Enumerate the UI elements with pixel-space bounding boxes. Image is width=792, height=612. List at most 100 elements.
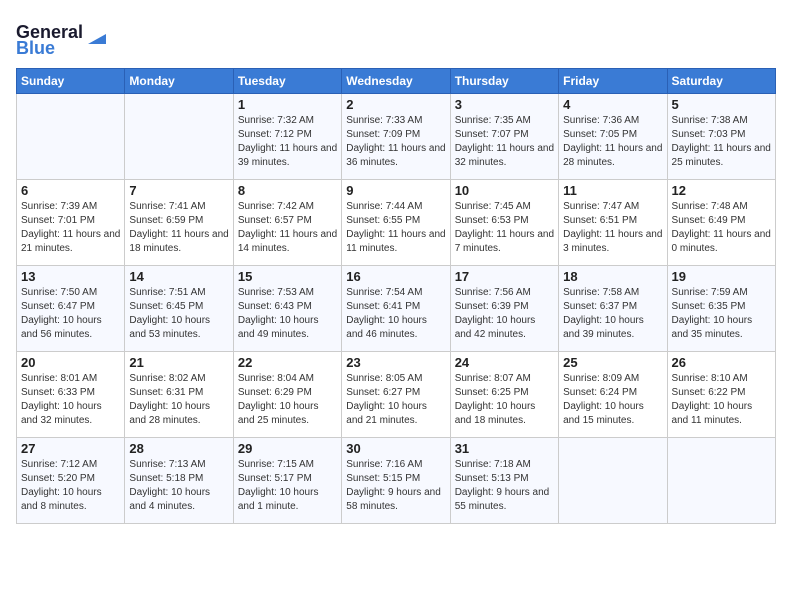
day-number: 30: [346, 441, 445, 456]
day-number: 27: [21, 441, 120, 456]
day-number: 13: [21, 269, 120, 284]
day-number: 15: [238, 269, 337, 284]
calendar-week-row: 27 Sunrise: 7:12 AMSunset: 5:20 PMDayligh…: [17, 438, 776, 524]
logo-svg: General Blue: [16, 16, 106, 58]
calendar-cell: 9 Sunrise: 7:44 AMSunset: 6:55 PMDaylight…: [342, 180, 450, 266]
day-number: 12: [672, 183, 771, 198]
calendar-cell: [17, 94, 125, 180]
day-number: 20: [21, 355, 120, 370]
day-info: Sunrise: 7:12 AMSunset: 5:20 PMDaylight:…: [21, 458, 120, 514]
calendar-cell: 15 Sunrise: 7:53 AMSunset: 6:43 PMDayligh…: [233, 266, 341, 352]
calendar-cell: 27 Sunrise: 7:12 AMSunset: 5:20 PMDayligh…: [17, 438, 125, 524]
day-number: 16: [346, 269, 445, 284]
day-info: Sunrise: 7:58 AMSunset: 6:37 PMDaylight:…: [563, 286, 662, 342]
weekday-header: Sunday: [17, 69, 125, 94]
calendar-cell: 4Sunrise: 7:36 AMSunset: 7:05 PMDaylight…: [559, 94, 667, 180]
calendar-cell: 30 Sunrise: 7:16 AMSunset: 5:15 PMDayligh…: [342, 438, 450, 524]
weekday-header: Friday: [559, 69, 667, 94]
calendar-cell: 14 Sunrise: 7:51 AMSunset: 6:45 PMDayligh…: [125, 266, 233, 352]
calendar-cell: 19 Sunrise: 7:59 AMSunset: 6:35 PMDayligh…: [667, 266, 775, 352]
calendar-cell: 6Sunrise: 7:39 AMSunset: 7:01 PMDaylight…: [17, 180, 125, 266]
day-number: 6: [21, 183, 120, 198]
calendar-cell: 28 Sunrise: 7:13 AMSunset: 5:18 PMDayligh…: [125, 438, 233, 524]
day-number: 24: [455, 355, 554, 370]
calendar-cell: 13 Sunrise: 7:50 AMSunset: 6:47 PMDayligh…: [17, 266, 125, 352]
day-number: 2: [346, 97, 445, 112]
day-number: 9: [346, 183, 445, 198]
day-number: 31: [455, 441, 554, 456]
day-number: 25: [563, 355, 662, 370]
calendar-cell: 22 Sunrise: 8:04 AMSunset: 6:29 PMDayligh…: [233, 352, 341, 438]
day-number: 1: [238, 97, 337, 112]
calendar-cell: 23Sunrise: 8:05 AMSunset: 6:27 PMDayligh…: [342, 352, 450, 438]
weekday-header: Wednesday: [342, 69, 450, 94]
day-info: Sunrise: 7:48 AMSunset: 6:49 PMDaylight:…: [672, 200, 771, 256]
day-info: Sunrise: 8:07 AMSunset: 6:25 PMDaylight:…: [455, 372, 554, 428]
calendar-cell: 16 Sunrise: 7:54 AMSunset: 6:41 PMDayligh…: [342, 266, 450, 352]
day-number: 29: [238, 441, 337, 456]
day-number: 26: [672, 355, 771, 370]
day-number: 8: [238, 183, 337, 198]
calendar-cell: 25 Sunrise: 8:09 AMSunset: 6:24 PMDayligh…: [559, 352, 667, 438]
weekday-header: Thursday: [450, 69, 558, 94]
day-number: 14: [129, 269, 228, 284]
calendar-cell: 12 Sunrise: 7:48 AMSunset: 6:49 PMDayligh…: [667, 180, 775, 266]
calendar-cell: 29 Sunrise: 7:15 AMSunset: 5:17 PMDayligh…: [233, 438, 341, 524]
calendar-week-row: 1 Sunrise: 7:32 AMSunset: 7:12 PMDaylight…: [17, 94, 776, 180]
day-info: Sunrise: 7:50 AMSunset: 6:47 PMDaylight:…: [21, 286, 120, 342]
day-info: Sunrise: 7:15 AMSunset: 5:17 PMDaylight:…: [238, 458, 337, 514]
day-info: Sunrise: 8:05 AMSunset: 6:27 PMDaylight:…: [346, 372, 445, 428]
day-info: Sunrise: 7:16 AMSunset: 5:15 PMDaylight:…: [346, 458, 445, 514]
svg-text:Blue: Blue: [16, 38, 55, 58]
day-number: 22: [238, 355, 337, 370]
day-info: Sunrise: 7:45 AMSunset: 6:53 PMDaylight:…: [455, 200, 554, 256]
calendar-cell: 5 Sunrise: 7:38 AMSunset: 7:03 PMDaylight…: [667, 94, 775, 180]
day-number: 3: [455, 97, 554, 112]
day-info: Sunrise: 7:54 AMSunset: 6:41 PMDaylight:…: [346, 286, 445, 342]
page: General Blue SundayMondayTuesdayWednesda…: [0, 0, 792, 612]
header: General Blue: [16, 16, 776, 58]
calendar-cell: 24 Sunrise: 8:07 AMSunset: 6:25 PMDayligh…: [450, 352, 558, 438]
day-info: Sunrise: 7:35 AMSunset: 7:07 PMDaylight:…: [455, 114, 554, 170]
day-info: Sunrise: 8:04 AMSunset: 6:29 PMDaylight:…: [238, 372, 337, 428]
calendar-cell: 26Sunrise: 8:10 AMSunset: 6:22 PMDayligh…: [667, 352, 775, 438]
day-number: 17: [455, 269, 554, 284]
calendar-cell: 3 Sunrise: 7:35 AMSunset: 7:07 PMDaylight…: [450, 94, 558, 180]
calendar-cell: 11Sunrise: 7:47 AMSunset: 6:51 PMDayligh…: [559, 180, 667, 266]
day-number: 21: [129, 355, 228, 370]
calendar-header-row: SundayMondayTuesdayWednesdayThursdayFrid…: [17, 69, 776, 94]
logo: General Blue: [16, 16, 106, 58]
calendar-cell: 2 Sunrise: 7:33 AMSunset: 7:09 PMDaylight…: [342, 94, 450, 180]
calendar-week-row: 13 Sunrise: 7:50 AMSunset: 6:47 PMDayligh…: [17, 266, 776, 352]
calendar-cell: 21Sunrise: 8:02 AMSunset: 6:31 PMDayligh…: [125, 352, 233, 438]
calendar-cell: 18 Sunrise: 7:58 AMSunset: 6:37 PMDayligh…: [559, 266, 667, 352]
calendar-cell: 20Sunrise: 8:01 AMSunset: 6:33 PMDayligh…: [17, 352, 125, 438]
day-info: Sunrise: 7:56 AMSunset: 6:39 PMDaylight:…: [455, 286, 554, 342]
day-info: Sunrise: 7:18 AMSunset: 5:13 PMDaylight:…: [455, 458, 554, 514]
day-number: 19: [672, 269, 771, 284]
calendar-cell: 8Sunrise: 7:42 AMSunset: 6:57 PMDaylight…: [233, 180, 341, 266]
day-info: Sunrise: 7:59 AMSunset: 6:35 PMDaylight:…: [672, 286, 771, 342]
day-info: Sunrise: 7:51 AMSunset: 6:45 PMDaylight:…: [129, 286, 228, 342]
weekday-header: Monday: [125, 69, 233, 94]
day-number: 5: [672, 97, 771, 112]
day-info: Sunrise: 7:41 AMSunset: 6:59 PMDaylight:…: [129, 200, 228, 256]
day-number: 18: [563, 269, 662, 284]
calendar-body: 1 Sunrise: 7:32 AMSunset: 7:12 PMDaylight…: [17, 94, 776, 524]
day-number: 28: [129, 441, 228, 456]
day-info: Sunrise: 7:38 AMSunset: 7:03 PMDaylight:…: [672, 114, 771, 170]
day-info: Sunrise: 7:33 AMSunset: 7:09 PMDaylight:…: [346, 114, 445, 170]
calendar-week-row: 6Sunrise: 7:39 AMSunset: 7:01 PMDaylight…: [17, 180, 776, 266]
day-info: Sunrise: 7:36 AMSunset: 7:05 PMDaylight:…: [563, 114, 662, 170]
weekday-header: Saturday: [667, 69, 775, 94]
day-number: 11: [563, 183, 662, 198]
day-info: Sunrise: 8:09 AMSunset: 6:24 PMDaylight:…: [563, 372, 662, 428]
calendar-cell: [667, 438, 775, 524]
day-info: Sunrise: 7:32 AMSunset: 7:12 PMDaylight:…: [238, 114, 337, 170]
calendar-cell: [559, 438, 667, 524]
day-info: Sunrise: 7:53 AMSunset: 6:43 PMDaylight:…: [238, 286, 337, 342]
day-info: Sunrise: 7:13 AMSunset: 5:18 PMDaylight:…: [129, 458, 228, 514]
day-number: 10: [455, 183, 554, 198]
calendar-cell: 10 Sunrise: 7:45 AMSunset: 6:53 PMDayligh…: [450, 180, 558, 266]
day-info: Sunrise: 7:44 AMSunset: 6:55 PMDaylight:…: [346, 200, 445, 256]
